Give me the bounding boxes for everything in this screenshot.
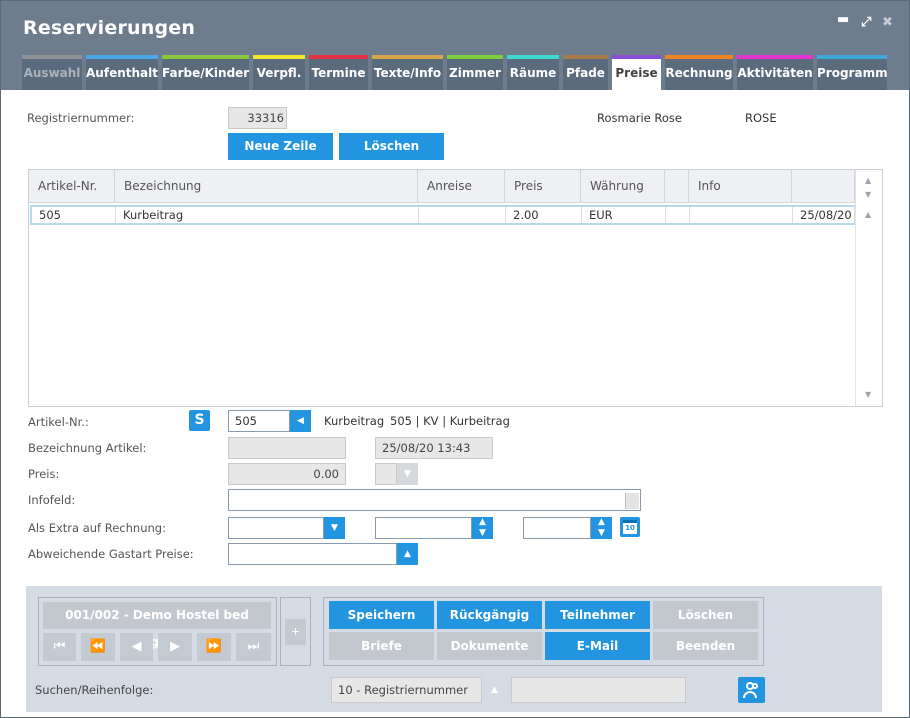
cell-date: 25/08/20 — [793, 207, 855, 223]
guest-name: Rosmarie Rose — [597, 111, 682, 125]
tab-farbe-kinder[interactable]: Farbe/Kinder — [162, 55, 249, 90]
close-button[interactable]: Beenden — [653, 632, 758, 660]
prices-grid: Artikel-Nr. Bezeichnung Anreise Preis Wä… — [28, 169, 883, 407]
previous-icon[interactable]: ◀ — [120, 633, 153, 661]
tab-termine[interactable]: Termine — [309, 55, 368, 90]
new-row-button[interactable]: Neue Zeile — [228, 133, 333, 160]
delete-button[interactable]: Löschen — [653, 601, 758, 629]
search-order-label: Suchen/Reihenfolge: — [35, 683, 154, 697]
scroll-down-icon[interactable]: ▼ — [865, 190, 871, 199]
cell-info — [690, 207, 793, 223]
tab-rechnung[interactable]: Rechnung — [665, 55, 733, 90]
column-header-artikel-nr[interactable]: Artikel-Nr. — [29, 170, 115, 203]
stepper-2-icon[interactable]: ▲ ▼ — [591, 517, 612, 539]
undo-button[interactable]: Rückgängig — [437, 601, 542, 629]
cell-waehrung: EUR — [582, 207, 666, 223]
currency-dropdown-icon[interactable]: ▼ — [397, 463, 418, 485]
grid-scrollbar[interactable]: ▲ ▼ ▲ ▼ — [855, 170, 882, 406]
timestamp-field: 25/08/20 13:43 — [375, 437, 493, 459]
search-order-select[interactable]: 10 - Registriernummer — [331, 677, 482, 703]
scroll-down-icon[interactable]: ▼ — [865, 390, 871, 399]
record-label: 001/002 - Demo Hostel bed categories — [43, 602, 271, 649]
documents-button[interactable]: Dokumente — [437, 632, 542, 660]
currency-select[interactable] — [375, 463, 397, 485]
bezeichnung-artikel-label: Bezeichnung Artikel: — [28, 441, 147, 455]
last-record-icon[interactable]: ⏭ — [236, 633, 271, 661]
next-icon[interactable]: ▶ — [158, 633, 192, 661]
column-header-waehrung[interactable]: Währung — [581, 170, 665, 203]
scroll-up-icon[interactable]: ▲ — [865, 210, 871, 219]
registriernummer-field[interactable]: 33316 — [228, 107, 287, 129]
search-article-button[interactable]: S — [189, 410, 210, 431]
delete-row-button[interactable]: Löschen — [339, 133, 444, 160]
stepper-1-icon[interactable]: ▲ ▼ — [472, 517, 493, 539]
extra-stepper-1[interactable] — [375, 517, 472, 539]
tab-pfade[interactable]: Pfade — [563, 55, 608, 90]
fast-back-icon[interactable]: ⏪ — [81, 633, 115, 661]
column-header-bezeichnung[interactable]: Bezeichnung — [115, 170, 418, 203]
tab-aktivitaeten[interactable]: Aktivitäten — [737, 55, 813, 90]
cell-preis: 2.00 — [506, 207, 582, 223]
tab-preise[interactable]: Preise — [612, 55, 661, 91]
extra-dropdown-icon[interactable]: ▼ — [324, 517, 345, 539]
title-bar: Reservierungen ▬ ⤢ ✖ Auswahl Aufenthalt … — [1, 1, 909, 91]
artikel-name: Kurbeitrag — [324, 414, 385, 428]
cell-artikel-nr: 505 — [32, 207, 116, 223]
gastart-preise-label: Abweichende Gastart Preise: — [28, 547, 194, 561]
close-icon[interactable]: ✖ — [882, 15, 893, 30]
minimize-icon[interactable]: ▬ — [837, 12, 849, 27]
tab-raeume[interactable]: Räume — [507, 55, 559, 90]
artikel-detail: 505 | KV | Kurbeitrag — [390, 414, 510, 428]
grid-header: Artikel-Nr. Bezeichnung Anreise Preis Wä… — [29, 170, 855, 203]
window-title: Reservierungen — [23, 17, 196, 39]
artikel-dropdown-icon[interactable]: ◀ — [290, 410, 311, 432]
table-row[interactable]: 505 Kurbeitrag 2.00 EUR 25/08/20 — [30, 205, 864, 225]
column-header-anreise[interactable]: Anreise — [418, 170, 505, 203]
tab-auswahl[interactable]: Auswahl — [22, 55, 82, 90]
registriernummer-label: Registriernummer: — [27, 111, 135, 125]
first-record-icon[interactable]: ⏮ — [43, 633, 76, 661]
guest-code: ROSE — [745, 111, 777, 125]
extra-select[interactable] — [228, 517, 324, 539]
reservierungen-window: Reservierungen ▬ ⤢ ✖ Auswahl Aufenthalt … — [0, 0, 910, 718]
add-record-button[interactable]: + — [285, 619, 306, 645]
scroll-up-icon[interactable]: ▲ — [865, 176, 871, 185]
extra-stepper-2[interactable] — [523, 517, 591, 539]
cell-anreise — [419, 207, 506, 223]
email-button[interactable]: E-Mail — [545, 632, 650, 660]
artikel-nr-label: Artikel-Nr.: — [28, 415, 89, 429]
column-header-info[interactable]: Info — [689, 170, 792, 203]
fast-forward-icon[interactable]: ⏩ — [197, 633, 231, 661]
gastart-select[interactable] — [228, 543, 397, 565]
infofeld-input[interactable] — [228, 489, 641, 511]
cell-bezeichnung: Kurbeitrag — [116, 207, 419, 223]
person-search-icon[interactable] — [738, 677, 765, 703]
infofeld-label: Infofeld: — [28, 493, 76, 507]
tab-programm[interactable]: Programm — [817, 55, 888, 90]
calendar-icon[interactable]: 10 — [620, 517, 640, 537]
als-extra-label: Als Extra auf Rechnung: — [28, 521, 166, 535]
tab-texte-info[interactable]: Texte/Info — [372, 55, 443, 90]
search-input[interactable] — [511, 677, 686, 703]
search-order-dropdown-icon[interactable]: ▲ — [484, 677, 505, 703]
preis-label: Preis: — [28, 467, 60, 481]
bezeichnung-artikel-field[interactable] — [228, 437, 346, 459]
column-header-date[interactable] — [792, 170, 855, 203]
tab-verpfl[interactable]: Verpfl. — [253, 55, 305, 90]
tab-zimmer[interactable]: Zimmer — [447, 55, 503, 90]
artikel-nr-input[interactable]: 505 — [228, 410, 290, 432]
cell-blank — [666, 207, 690, 223]
gastart-dropdown-icon[interactable]: ▲ — [397, 543, 418, 565]
tab-aufenthalt[interactable]: Aufenthalt — [86, 55, 158, 90]
maximize-icon[interactable]: ⤢ — [861, 15, 871, 30]
save-button[interactable]: Speichern — [329, 601, 434, 629]
preis-field[interactable]: 0.00 — [228, 463, 346, 485]
bottom-toolbar: 001/002 - Demo Hostel bed categories ⏮ ⏪… — [26, 586, 882, 712]
column-header-blank[interactable] — [665, 170, 689, 203]
letters-button[interactable]: Briefe — [329, 632, 434, 660]
resize-handle-icon[interactable] — [625, 493, 639, 509]
column-header-preis[interactable]: Preis — [505, 170, 581, 203]
participants-button[interactable]: Teilnehmer — [545, 601, 650, 629]
